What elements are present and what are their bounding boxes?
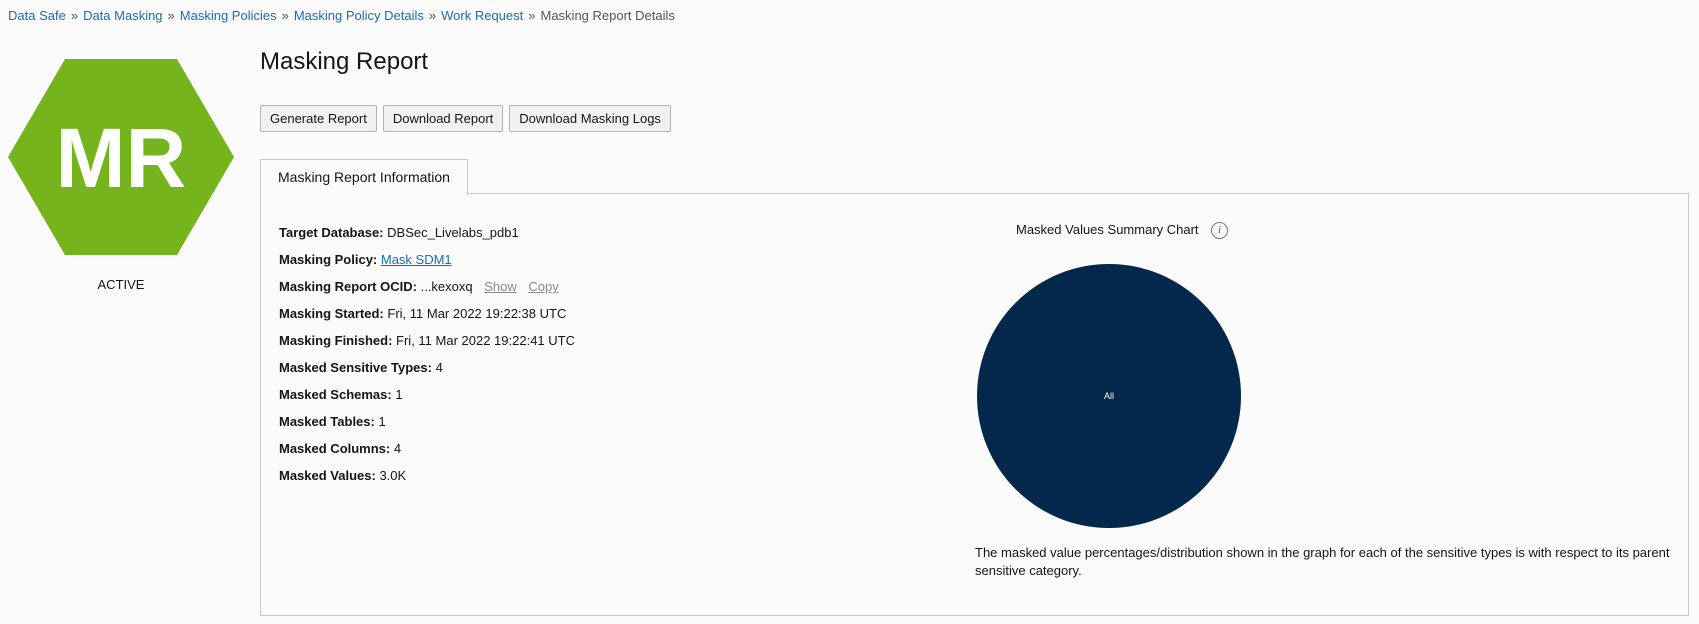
breadcrumb-work-request[interactable]: Work Request <box>441 8 523 23</box>
info-row-masking-started: Masking Started: Fri, 11 Mar 2022 19:22:… <box>279 305 575 332</box>
breadcrumb-masking-policies[interactable]: Masking Policies <box>180 8 277 23</box>
info-row-masking-finished: Masking Finished: Fri, 11 Mar 2022 19:22… <box>279 332 575 359</box>
info-label: Masked Sensitive Types: <box>279 360 432 375</box>
chart-title: Masked Values Summary Chart <box>1016 222 1199 237</box>
download-report-button[interactable]: Download Report <box>382 105 504 132</box>
masking-policy-link[interactable]: Mask SDM1 <box>381 252 452 267</box>
info-row-ocid: Masking Report OCID: ...kexoxq Show Copy <box>279 278 575 305</box>
breadcrumb-separator: » <box>167 8 175 23</box>
breadcrumb-current: Masking Report Details <box>540 8 675 23</box>
info-label: Target Database: <box>279 225 384 240</box>
info-value: 4 <box>393 441 402 456</box>
badge-initials: MR <box>56 111 187 205</box>
info-value: 3.0K <box>379 468 407 483</box>
hexagon-badge-icon: MR <box>8 59 234 255</box>
info-value: 4 <box>435 360 443 375</box>
breadcrumb-data-safe[interactable]: Data Safe <box>8 8 66 23</box>
report-info-list: Target Database: DBSec_Livelabs_pdb1 Mas… <box>279 224 575 494</box>
info-row-masked-tables: Masked Tables: 1 <box>279 413 575 440</box>
breadcrumb-masking-policy-details[interactable]: Masking Policy Details <box>294 8 424 23</box>
info-label: Masked Schemas: <box>279 387 392 402</box>
info-label: Masked Tables: <box>279 414 375 429</box>
info-row-masked-columns: Masked Columns: 4 <box>279 440 575 467</box>
info-value: ...kexoxq <box>420 279 473 294</box>
info-icon[interactable]: i <box>1211 222 1228 239</box>
masked-values-pie-chart: All <box>977 264 1241 528</box>
chart-note: The masked value percentages/distributio… <box>975 545 1670 578</box>
info-value: Fri, 11 Mar 2022 19:22:38 UTC <box>387 306 567 321</box>
info-label: Masking Policy: <box>279 252 378 267</box>
breadcrumb-separator: » <box>281 8 289 23</box>
info-row-target-database: Target Database: DBSec_Livelabs_pdb1 <box>279 224 575 251</box>
tab-masking-report-information[interactable]: Masking Report Information <box>260 159 468 195</box>
info-value: 1 <box>378 414 386 429</box>
status-label: ACTIVE <box>97 277 145 292</box>
breadcrumb-separator: » <box>528 8 536 23</box>
info-row-masked-sensitive-types: Masked Sensitive Types: 4 <box>279 359 575 386</box>
info-row-masking-policy: Masking Policy: Mask SDM1 <box>279 251 575 278</box>
info-label: Masked Values: <box>279 468 376 483</box>
info-value: 1 <box>395 387 403 402</box>
ocid-show-link[interactable]: Show <box>484 279 517 294</box>
info-label: Masking Report OCID: <box>279 279 417 294</box>
breadcrumb-separator: » <box>428 8 437 23</box>
page-title: Masking Report <box>260 48 429 75</box>
info-label: Masking Started: <box>279 306 384 321</box>
info-row-masked-schemas: Masked Schemas: 1 <box>279 386 575 413</box>
breadcrumb-separator: » <box>70 8 79 23</box>
resource-badge: MR ACTIVE <box>8 59 234 292</box>
generate-report-button[interactable]: Generate Report <box>260 105 377 132</box>
breadcrumb-data-masking[interactable]: Data Masking <box>83 8 162 23</box>
info-label: Masked Columns: <box>279 441 391 456</box>
download-masking-logs-button[interactable]: Download Masking Logs <box>509 105 671 132</box>
pie-slice-label: All <box>1104 391 1114 401</box>
info-value: Fri, 11 Mar 2022 19:22:41 UTC <box>396 333 575 348</box>
info-label: Masking Finished: <box>279 333 393 348</box>
info-row-masked-values: Masked Values: 3.0K <box>279 467 575 494</box>
action-toolbar: Generate Report Download Report Download… <box>260 105 671 132</box>
info-value: DBSec_Livelabs_pdb1 <box>387 225 519 240</box>
breadcrumb: Data Safe » Data Masking » Masking Policies »… <box>8 8 675 23</box>
ocid-copy-link[interactable]: Copy <box>528 279 558 294</box>
